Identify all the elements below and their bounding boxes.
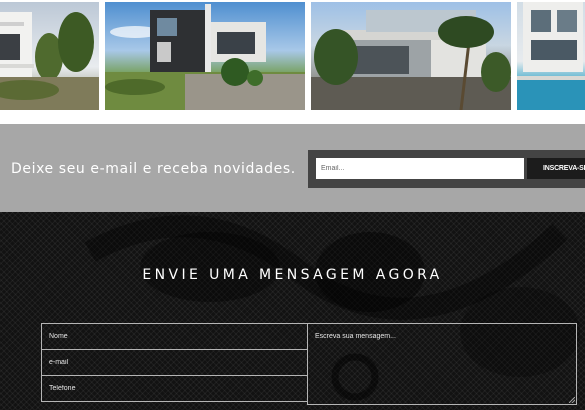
contact-title: ENVIE UMA MENSAGEM AGORA	[142, 267, 443, 283]
message-field[interactable]	[307, 323, 577, 405]
gallery-image-2[interactable]	[105, 2, 305, 110]
gallery-image-1[interactable]	[0, 2, 99, 110]
newsletter-email-input[interactable]	[316, 158, 524, 179]
subscribe-button[interactable]: INSCREVA-SE	[527, 158, 585, 179]
phone-field[interactable]	[41, 375, 308, 402]
gallery-strip	[0, 0, 585, 124]
newsletter-band: Deixe seu e-mail e receba novidades. INS…	[0, 124, 585, 212]
newsletter-form: INSCREVA-SE	[308, 150, 585, 188]
newsletter-text: Deixe seu e-mail e receba novidades.	[11, 161, 296, 177]
gallery-image-4[interactable]	[517, 2, 585, 110]
contact-section: ENVIE UMA MENSAGEM AGORA	[0, 212, 585, 410]
gallery-image-3[interactable]	[311, 2, 511, 110]
resize-grip-icon[interactable]	[569, 397, 575, 403]
name-field[interactable]	[41, 323, 308, 350]
email-field[interactable]	[41, 349, 308, 376]
